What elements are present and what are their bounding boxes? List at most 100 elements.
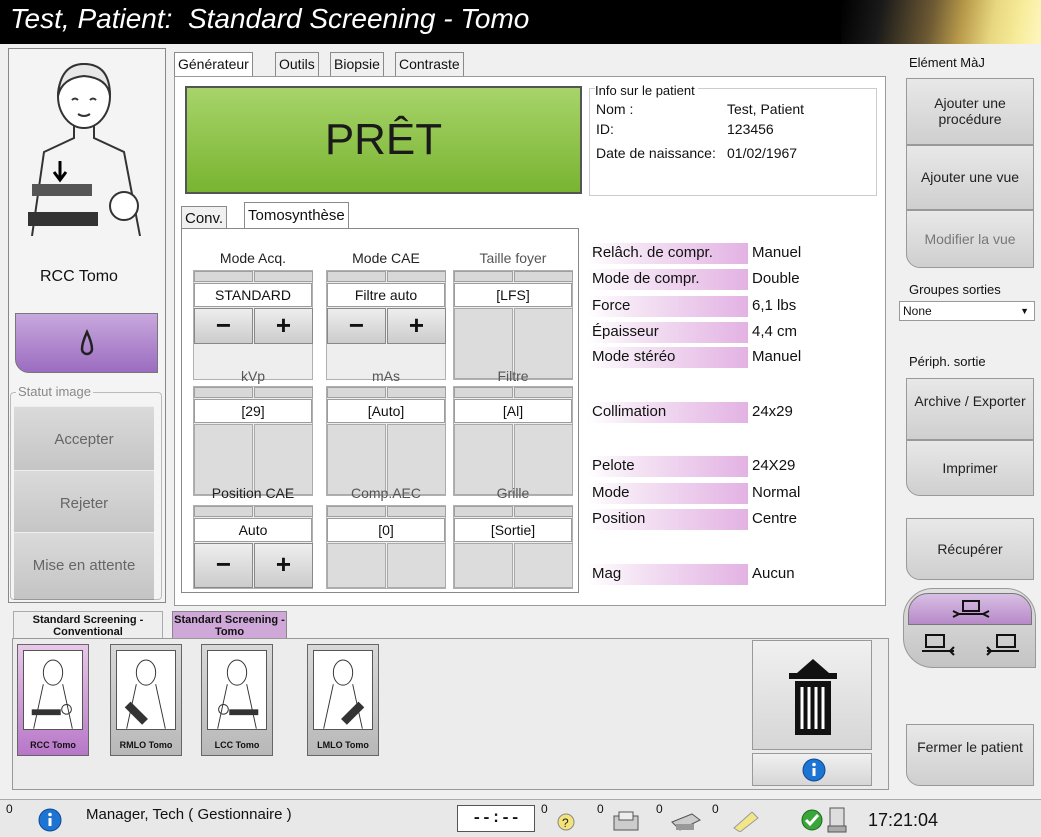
filter-value: [Al] bbox=[454, 399, 572, 423]
aec-comp-value: [0] bbox=[327, 518, 445, 542]
archive-export-button[interactable]: Archive / Exporter bbox=[906, 378, 1034, 440]
print-button[interactable]: Imprimer bbox=[906, 440, 1034, 496]
alarm-count: 0 bbox=[541, 802, 548, 816]
tab-contrast[interactable]: Contraste bbox=[395, 52, 464, 76]
storage-icon[interactable] bbox=[610, 808, 642, 834]
param-mode-label: Mode bbox=[588, 483, 748, 504]
kvp-value: [29] bbox=[194, 399, 312, 423]
network-icon[interactable] bbox=[826, 806, 850, 834]
thumbnail-lcc-caption: LCC Tomo bbox=[214, 740, 260, 750]
filter-control: [Al] bbox=[453, 386, 573, 496]
svg-text:?: ? bbox=[562, 816, 569, 830]
param-position-label: Position bbox=[588, 509, 748, 530]
close-patient-button[interactable]: Fermer le patient bbox=[906, 724, 1034, 786]
output-groups-select[interactable]: None ▼ bbox=[899, 301, 1035, 321]
thumbnail-rmlo-tomo[interactable]: RMLO Tomo bbox=[110, 644, 182, 756]
thumbnail-lcc-image bbox=[207, 650, 267, 730]
param-mag-label: Mag bbox=[588, 564, 748, 585]
accept-button[interactable]: Accepter bbox=[14, 406, 154, 474]
aec-mode-minus-button[interactable]: − bbox=[327, 308, 386, 344]
paddle-right-button[interactable] bbox=[971, 627, 1032, 665]
subtab-conv[interactable]: Conv. bbox=[181, 206, 228, 228]
procedure-tab-conventional[interactable]: Standard Screening - Conventional bbox=[13, 611, 163, 639]
param-thickness-value: 4,4 cm bbox=[752, 323, 798, 340]
add-view-button[interactable]: Ajouter une vue bbox=[906, 145, 1034, 210]
grid-label: Grille bbox=[496, 485, 530, 501]
system-ok-icon[interactable] bbox=[800, 808, 824, 832]
delete-button[interactable] bbox=[752, 640, 872, 750]
title-bar: Test, Patient: Standard Screening - Tomo bbox=[0, 0, 1041, 44]
pending-button[interactable]: Mise en attente bbox=[14, 532, 154, 600]
kvp-control: [29] bbox=[193, 386, 313, 496]
info-icon[interactable] bbox=[38, 808, 62, 832]
param-collimation-value: 24x29 bbox=[752, 403, 793, 420]
thumbnail-lmlo-tomo[interactable]: LMLO Tomo bbox=[307, 644, 379, 756]
queue-count: 0 bbox=[597, 802, 604, 816]
print-count: 0 bbox=[656, 802, 663, 816]
paddle-shift-control bbox=[903, 588, 1036, 668]
thumbnail-lcc-tomo[interactable]: LCC Tomo bbox=[201, 644, 273, 756]
param-paddle-label: Pelote bbox=[588, 456, 748, 477]
paddle-center-button[interactable] bbox=[908, 593, 1032, 625]
notes-count: 0 bbox=[712, 802, 719, 816]
status-image-title: Statut image bbox=[16, 384, 93, 399]
param-paddle-value: 24X29 bbox=[752, 457, 796, 474]
param-force-value: 6,1 lbs bbox=[752, 297, 797, 314]
thumbnail-lmlo-image bbox=[313, 650, 373, 730]
info-icon bbox=[802, 758, 826, 782]
notes-icon[interactable] bbox=[730, 808, 760, 832]
acq-mode-control: STANDARD − + bbox=[193, 270, 313, 380]
param-force-label: Force bbox=[588, 296, 748, 317]
paddle-center-icon bbox=[952, 600, 990, 618]
aec-mode-control: Filtre auto − + bbox=[326, 270, 446, 380]
param-compression-release-label: Relâch. de compr. bbox=[588, 243, 748, 264]
filter-label: Filtre bbox=[497, 368, 529, 384]
tab-biopsy[interactable]: Biopsie bbox=[330, 52, 384, 76]
aec-position-value: Auto bbox=[194, 518, 312, 542]
reject-button[interactable]: Rejeter bbox=[14, 470, 154, 538]
acq-mode-minus-button[interactable]: − bbox=[194, 308, 253, 344]
thumbnail-rcc-caption: RCC Tomo bbox=[30, 740, 76, 750]
patient-dob-label: Date de naissance: bbox=[596, 145, 716, 161]
printer-icon[interactable] bbox=[668, 808, 702, 834]
drop-button[interactable] bbox=[15, 313, 158, 373]
aec-mode-plus-button[interactable]: + bbox=[387, 308, 446, 344]
param-stereo-mode-label: Mode stéréo bbox=[588, 347, 748, 368]
tab-generator[interactable]: Générateur bbox=[174, 52, 253, 77]
param-mag-value: Aucun bbox=[752, 565, 795, 582]
paddle-right-icon bbox=[986, 634, 1019, 656]
retrieve-button[interactable]: Récupérer bbox=[906, 518, 1034, 580]
trash-icon bbox=[789, 659, 837, 735]
param-compression-mode-value: Double bbox=[752, 270, 800, 287]
aec-mode-value: Filtre auto bbox=[327, 283, 445, 307]
update-group-title: Elément MàJ bbox=[909, 55, 985, 70]
acq-mode-plus-button[interactable]: + bbox=[254, 308, 313, 344]
info-count: 0 bbox=[6, 802, 13, 816]
alarm-icon[interactable]: ? bbox=[556, 812, 576, 832]
chevron-down-icon: ▼ bbox=[1020, 306, 1029, 316]
mas-value: [Auto] bbox=[327, 399, 445, 423]
output-devices-title: Périph. sortie bbox=[909, 354, 986, 369]
patient-dob: 01/02/1967 bbox=[727, 145, 798, 161]
paddle-left-button[interactable] bbox=[908, 627, 969, 665]
subtab-tomosynthesis[interactable]: Tomosynthèse bbox=[244, 202, 349, 229]
procedure-tab-tomo[interactable]: Standard Screening - Tomo bbox=[172, 611, 287, 639]
param-mode-value: Normal bbox=[752, 484, 801, 501]
tab-tools[interactable]: Outils bbox=[275, 52, 319, 76]
param-thickness-label: Épaisseur bbox=[588, 322, 748, 343]
drop-icon bbox=[80, 329, 94, 356]
edit-view-button[interactable]: Modifier la vue bbox=[906, 210, 1034, 268]
output-groups-title: Groupes sorties bbox=[909, 282, 1001, 297]
grid-control: [Sortie] bbox=[453, 505, 573, 589]
param-position-value: Centre bbox=[752, 510, 798, 527]
param-stereo-mode-value: Manuel bbox=[752, 348, 802, 365]
aec-comp-label: Comp.AEC bbox=[350, 485, 422, 501]
add-procedure-button[interactable]: Ajouter une procédure bbox=[906, 78, 1034, 145]
aec-position-plus-button[interactable]: + bbox=[254, 543, 313, 588]
info-button[interactable] bbox=[752, 753, 872, 786]
patient-info-title: Info sur le patient bbox=[595, 83, 698, 98]
flower-banner-image bbox=[841, 0, 1041, 44]
aec-position-minus-button[interactable]: − bbox=[194, 543, 253, 588]
aec-mode-label: Mode CAE bbox=[352, 250, 420, 266]
thumbnail-rcc-tomo[interactable]: RCC Tomo bbox=[17, 644, 89, 756]
